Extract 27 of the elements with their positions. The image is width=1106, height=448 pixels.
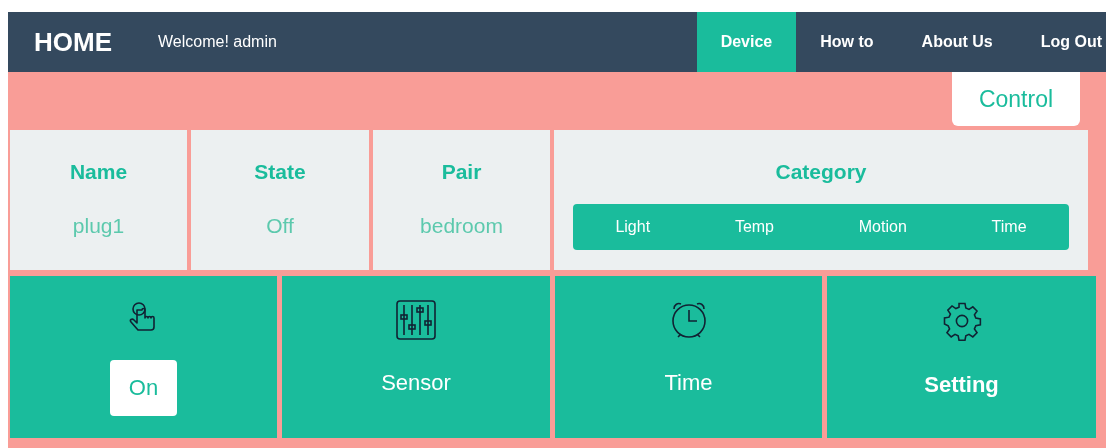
- control-tile[interactable]: On: [10, 276, 277, 438]
- nav-link[interactable]: Log Out: [1016, 12, 1106, 72]
- control-tile[interactable]: Time: [555, 276, 822, 438]
- info-label: State: [254, 160, 306, 184]
- nav-link[interactable]: How to: [796, 12, 898, 72]
- brand-title[interactable]: HOME: [34, 26, 112, 58]
- welcome-text: Welcome! admin: [158, 33, 277, 51]
- nav-link[interactable]: About Us: [897, 12, 1017, 72]
- info-label: Pair: [441, 160, 482, 184]
- info-label: Name: [69, 160, 128, 184]
- category-option[interactable]: Temp: [734, 218, 774, 236]
- nav-link[interactable]: Device: [696, 12, 797, 72]
- category-option[interactable]: Motion: [858, 218, 907, 236]
- category-label: Category: [775, 160, 867, 184]
- on-button[interactable]: On: [110, 360, 177, 416]
- control-tile[interactable]: Setting: [827, 276, 1096, 438]
- control-tile[interactable]: Sensor: [282, 276, 550, 438]
- tile-label: Time: [664, 370, 713, 396]
- category-option[interactable]: Light: [615, 218, 651, 236]
- tile-label: Setting: [924, 372, 999, 398]
- sliders-icon: [396, 300, 436, 340]
- info-value: bedroom: [420, 214, 503, 238]
- info-value: plug1: [72, 214, 125, 238]
- info-value: Off: [266, 214, 294, 238]
- control-button[interactable]: Control: [952, 72, 1080, 126]
- category-option[interactable]: Time: [991, 218, 1027, 236]
- tile-label: Sensor: [381, 370, 451, 396]
